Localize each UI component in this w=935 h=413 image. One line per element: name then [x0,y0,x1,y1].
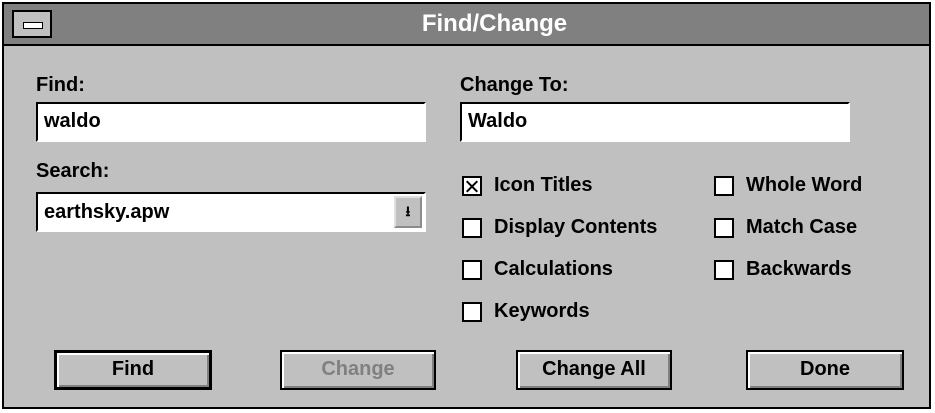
find-input[interactable]: waldo [36,102,426,142]
checkbox-match-case[interactable]: Match Case [714,216,857,239]
done-button[interactable]: Done [746,350,904,390]
checkbox-label: Keywords [494,300,590,322]
checkbox-icon-titles[interactable]: Icon Titles [462,174,593,197]
checkbox-label: Match Case [746,216,858,238]
checkbox-icon[interactable] [714,259,734,280]
checkbox-label: Calculations [494,258,613,280]
search-label: Search: [36,160,110,182]
title-bar: Find/Change [4,4,929,46]
checkbox-backwards[interactable]: Backwards [714,258,852,281]
window-title: Find/Change [421,10,568,37]
checkbox-icon[interactable] [462,301,482,322]
change-all-button[interactable]: Change All [516,350,672,390]
system-menu-button[interactable] [12,10,52,38]
change-to-label: Change To: [460,74,569,96]
checkbox-icon[interactable] [714,217,734,238]
checkbox-label: Backwards [746,258,852,280]
checkbox-icon[interactable] [714,175,734,196]
find-change-dialog: Find/Change Find: waldo Change To: Waldo… [2,2,931,409]
checkbox-label: Icon Titles [494,174,593,196]
checkbox-label: Whole Word [746,174,863,196]
checkbox-icon[interactable] [462,259,482,280]
checkbox-icon[interactable] [462,217,482,238]
checkbox-keywords[interactable]: Keywords [462,300,590,323]
search-dropdown-value: earthsky.apw [44,201,170,223]
search-dropdown[interactable]: earthsky.apw ⭳ [36,192,426,232]
find-button[interactable]: Find [54,350,212,390]
checkbox-whole-word[interactable]: Whole Word [714,174,862,197]
find-label: Find: [36,74,85,96]
change-button[interactable]: Change [280,350,436,390]
system-menu-icon [23,22,43,29]
checkbox-label: Display Contents [494,216,658,238]
dropdown-arrow-icon[interactable]: ⭳ [394,196,422,228]
change-to-input[interactable]: Waldo [460,102,850,142]
checkbox-display-contents[interactable]: Display Contents [462,216,657,239]
checkbox-checked-icon[interactable] [462,175,482,196]
checkbox-calculations[interactable]: Calculations [462,258,613,281]
